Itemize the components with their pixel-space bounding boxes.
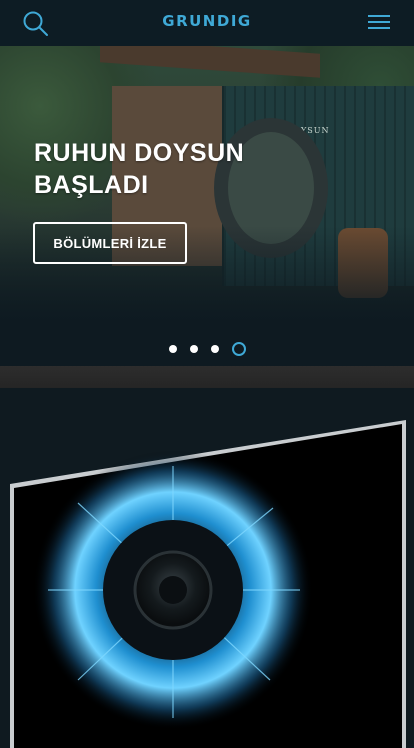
slider-pagination (0, 342, 414, 356)
hero-headline: RUHUN DOYSUN BAŞLADI (34, 137, 244, 201)
hero-headline-line1: RUHUN DOYSUN (34, 139, 245, 167)
brand-logo[interactable]: GRUNDIG (0, 12, 414, 30)
slider-dot-3[interactable] (210, 345, 219, 353)
slider-dot-2[interactable] (189, 345, 198, 353)
slider-dot-4-active[interactable] (231, 342, 246, 356)
hamburger-menu-icon[interactable] (368, 15, 390, 31)
section-divider (0, 366, 414, 388)
hero-slider: RUHUN DOYSUN (0, 46, 414, 366)
hero-headline-line2: BAŞLADI (34, 171, 149, 199)
watch-episodes-button[interactable]: BÖLÜMLERİ İZLE (33, 222, 187, 264)
top-header: GRUNDIG (0, 0, 414, 46)
tv-product-image[interactable] (8, 418, 408, 748)
slider-dot-1[interactable] (168, 345, 177, 353)
